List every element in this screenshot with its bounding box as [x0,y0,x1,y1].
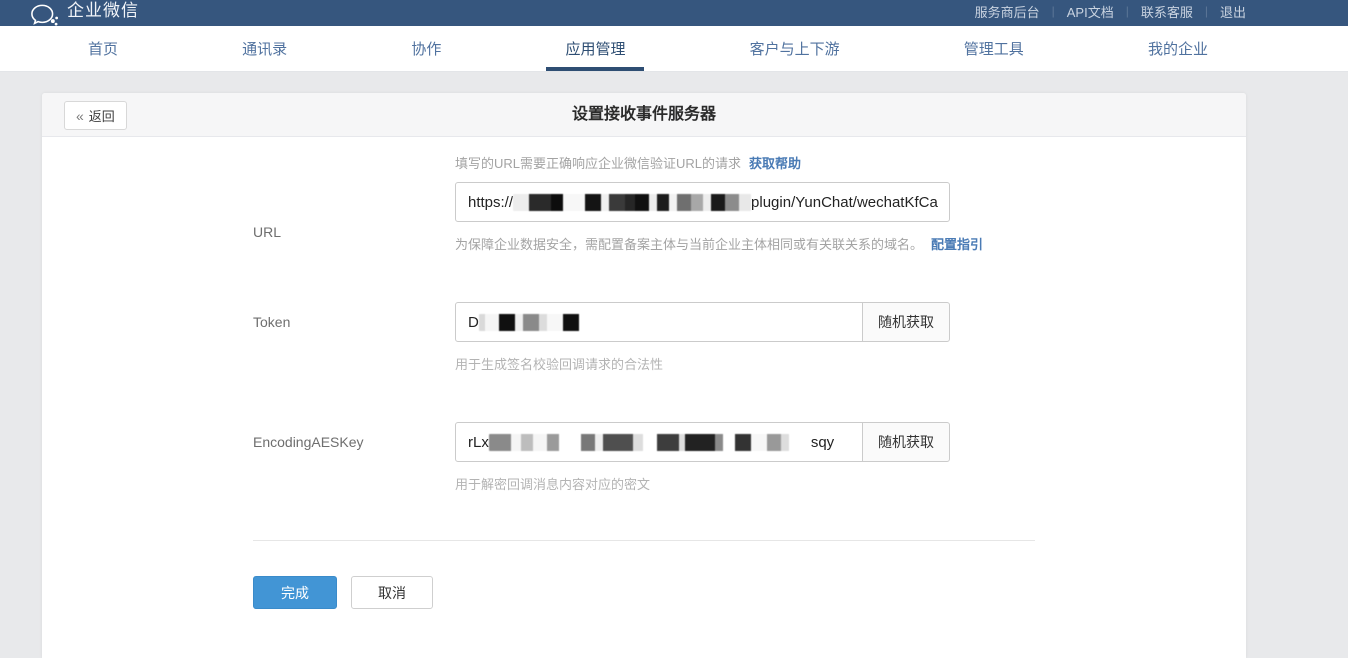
submit-button[interactable]: 完成 [253,576,337,609]
wecom-logo-icon [30,4,60,26]
url-redacted-segment [513,194,751,211]
url-tip-text: 填写的URL需要正确响应企业微信验证URL的请求 [455,156,741,171]
aeskey-redacted-segment [489,434,811,451]
token-input-group: D 随机获取 [455,302,1246,342]
page-title: 设置接收事件服务器 [42,93,1246,137]
url-tip-below: 为保障企业数据安全，需配置备案主体与当前企业主体相同或有关联关系的域名。配置指引 [455,234,1246,254]
url-input[interactable]: https:// plugin/YunChat/wechatKfCa [455,182,950,222]
url-tip-above: 填写的URL需要正确响应企业微信验证URL的请求获取帮助 [455,153,1246,173]
back-button[interactable]: « 返回 [64,101,127,130]
url-value-prefix: https:// [468,194,513,211]
header-link-service-console[interactable]: 服务商后台 [975,2,1040,21]
header-link-logout[interactable]: 退出 [1220,2,1246,21]
url-label: URL [253,224,281,240]
form-actions: 完成 取消 [253,576,1246,609]
header-separator: | [1205,4,1208,18]
aeskey-tip-below: 用于解密回调消息内容对应的密文 [455,474,1246,494]
token-value-prefix: D [468,314,479,331]
settings-panel: « 返回 设置接收事件服务器 URL 填写的URL需要正确响应企业微信验证URL… [42,93,1246,658]
header-links: 服务商后台 | API文档 | 联系客服 | 退出 [975,2,1246,21]
get-help-link[interactable]: 获取帮助 [749,156,801,171]
token-field-row: Token D 随机获取 用于生成签名校验回调请求的合法性 [42,302,1246,374]
aeskey-field-row: EncodingAESKey rLx sqy 随机获取 用于解密回调消息内容对应的… [42,422,1246,494]
tab-app-management[interactable]: 应用管理 [565,26,625,71]
main-nav: 首页 通讯录 协作 应用管理 客户与上下游 管理工具 我的企业 [0,26,1348,72]
token-random-button[interactable]: 随机获取 [862,302,950,342]
back-chevron-icon: « [76,108,84,124]
token-input[interactable]: D [455,302,863,342]
tab-home[interactable]: 首页 [88,26,118,71]
header-separator: | [1052,4,1055,18]
tab-my-company[interactable]: 我的企业 [1148,26,1208,71]
server-settings-form: URL 填写的URL需要正确响应企业微信验证URL的请求获取帮助 https:/… [42,137,1246,609]
wecom-logo-text: 企业微信 [67,0,139,26]
url-security-tip-text: 为保障企业数据安全，需配置备案主体与当前企业主体相同或有关联关系的域名。 [455,237,923,252]
aeskey-value-suffix: sqy [811,434,834,451]
aeskey-label: EncodingAESKey [253,434,364,450]
aeskey-input[interactable]: rLx sqy [455,422,863,462]
tab-customers[interactable]: 客户与上下游 [750,26,840,71]
header-link-contact-support[interactable]: 联系客服 [1141,2,1193,21]
url-field-row: URL 填写的URL需要正确响应企业微信验证URL的请求获取帮助 https:/… [42,153,1246,254]
aeskey-input-group: rLx sqy 随机获取 [455,422,1246,462]
tab-collaboration[interactable]: 协作 [411,26,441,71]
aeskey-tip-text: 用于解密回调消息内容对应的密文 [455,477,650,492]
tab-contacts[interactable]: 通讯录 [242,26,287,71]
aeskey-value-prefix: rLx [468,434,489,451]
tab-admin-tools[interactable]: 管理工具 [964,26,1024,71]
token-tip-below: 用于生成签名校验回调请求的合法性 [455,354,1246,374]
token-label: Token [253,314,290,330]
header-link-api-docs[interactable]: API文档 [1067,2,1114,21]
top-header-bar: 企业微信 服务商后台 | API文档 | 联系客服 | 退出 [0,0,1348,26]
cancel-button[interactable]: 取消 [351,576,433,609]
token-redacted-segment [479,314,589,331]
back-button-label: 返回 [89,106,115,125]
url-value-suffix: plugin/YunChat/wechatKfCa [751,194,938,211]
wecom-brand[interactable]: 企业微信 [30,0,139,26]
config-guide-link[interactable]: 配置指引 [931,237,983,252]
form-divider [253,540,1035,541]
token-tip-text: 用于生成签名校验回调请求的合法性 [455,357,663,372]
aeskey-random-button[interactable]: 随机获取 [862,422,950,462]
panel-header: « 返回 设置接收事件服务器 [42,93,1246,137]
header-separator: | [1126,4,1129,18]
